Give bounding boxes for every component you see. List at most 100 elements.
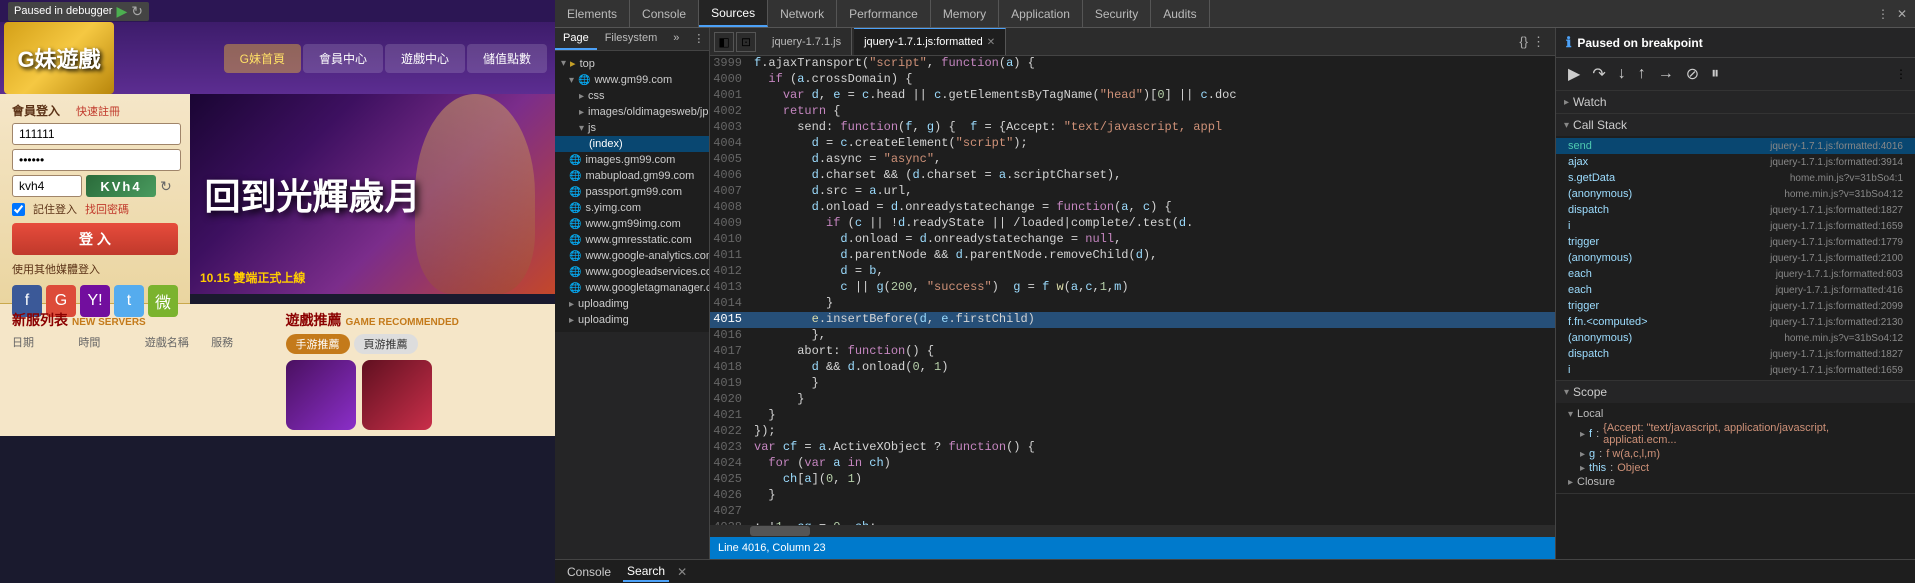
cs-item-anon3[interactable]: (anonymous) home.min.js?v=31bSo4:12 xyxy=(1556,330,1915,346)
code-line-4017: 4017 abort: function() { xyxy=(710,344,1555,360)
ft-domain-gm99[interactable]: ▾ 🌐 www.gm99.com xyxy=(555,72,709,88)
ft-googletagmanager[interactable]: 🌐 www.googletagmanager.co xyxy=(555,280,709,296)
nav-home[interactable]: G妹首頁 xyxy=(224,44,301,73)
tab-sources[interactable]: Sources xyxy=(699,0,768,27)
username-row xyxy=(12,123,178,145)
resume-btn[interactable]: ▶ xyxy=(1564,62,1584,86)
cs-item-send[interactable]: send jquery-1.7.1.js:formatted:4016 xyxy=(1556,138,1915,154)
more-sources-icon[interactable]: » xyxy=(665,28,687,50)
quick-register-link[interactable]: 快速註冊 xyxy=(76,103,120,119)
sources-left-panel: Page Filesystem » ⋮ ▾ ▸ top ▾ 🌐 www.gm99… xyxy=(555,28,710,559)
tab-application[interactable]: Application xyxy=(999,0,1083,27)
username-input[interactable] xyxy=(12,123,181,145)
forgot-password-link[interactable]: 找回密碼 xyxy=(85,201,129,217)
hscroll-thumb[interactable] xyxy=(750,526,810,536)
ft-js-folder[interactable]: ▾ js xyxy=(555,120,709,136)
watch-header[interactable]: ▸ Watch xyxy=(1556,91,1915,113)
horizontal-scrollbar[interactable] xyxy=(710,525,1555,537)
tab-performance[interactable]: Performance xyxy=(837,0,931,27)
remember-checkbox[interactable] xyxy=(12,203,25,216)
code-scroll-area[interactable]: 3999 f.ajaxTransport("script", function(… xyxy=(710,56,1555,525)
tab-audits[interactable]: Audits xyxy=(1151,0,1209,27)
debugger-more-btn[interactable]: ⋮ xyxy=(1895,67,1907,81)
step-btn[interactable]: → xyxy=(1654,63,1678,85)
nav-recharge[interactable]: 儲值點數 xyxy=(467,44,547,73)
ft-images-folder[interactable]: ▸ images/oldimagesweb/jp xyxy=(555,104,709,120)
tab-elements[interactable]: Elements xyxy=(555,0,630,27)
cs-item-fn-computed[interactable]: f.fn.<computed> jquery-1.7.1.js:formatte… xyxy=(1556,314,1915,330)
ft-uploadimg-1[interactable]: ▸ uploadimg xyxy=(555,296,709,312)
ft-index-file[interactable]: (index) xyxy=(555,136,709,152)
captcha-input[interactable] xyxy=(12,175,82,197)
cs-item-each2[interactable]: each jquery-1.7.1.js:formatted:416 xyxy=(1556,282,1915,298)
scope-f-item[interactable]: ▸ f : {Accept: "text/javascript, applica… xyxy=(1556,421,1915,447)
scope-g-item[interactable]: ▸ g : f w(a,c,l,m) xyxy=(1556,447,1915,461)
cs-item-i2[interactable]: i jquery-1.7.1.js:formatted:1659 xyxy=(1556,362,1915,378)
tab-network[interactable]: Network xyxy=(768,0,837,27)
filesystem-tab[interactable]: Filesystem xyxy=(597,28,666,50)
new-servers-section: 新服列表 NEW SERVERS 日期 時間 遊戲名稱 服務 xyxy=(12,310,270,350)
game-thumb-1[interactable] xyxy=(286,360,356,430)
scope-local-header[interactable]: ▾ Local xyxy=(1556,407,1915,421)
captcha-refresh-icon[interactable]: ↻ xyxy=(160,178,172,195)
ft-mabupload[interactable]: 🌐 mabupload.gm99.com xyxy=(555,168,709,184)
ft-gm99img[interactable]: 🌐 www.gm99img.com xyxy=(555,216,709,232)
collapse-icon[interactable]: ◧ xyxy=(714,32,734,52)
nav-game-center[interactable]: 遊戲中心 xyxy=(385,44,465,73)
more-icon[interactable]: ⋮ xyxy=(1877,7,1889,21)
cs-item-dispatch1[interactable]: dispatch jquery-1.7.1.js:formatted:1827 xyxy=(1556,202,1915,218)
pretty-print-icon[interactable]: {} xyxy=(1519,34,1528,49)
ft-top[interactable]: ▾ ▸ top xyxy=(555,55,709,72)
ft-images-gm99[interactable]: 🌐 images.gm99.com xyxy=(555,152,709,168)
console-btn[interactable]: Console xyxy=(563,563,615,581)
close-tab-icon[interactable]: ✕ xyxy=(987,37,995,48)
editor-more-icon[interactable]: ⋮ xyxy=(1532,34,1545,50)
ft-googleadservices[interactable]: 🌐 www.googleadservices.com xyxy=(555,264,709,280)
step-over-btn[interactable]: ↷ xyxy=(1588,62,1609,86)
page-tab[interactable]: Page xyxy=(555,28,597,50)
ft-syimg[interactable]: 🌐 s.yimg.com xyxy=(555,200,709,216)
expand-icon[interactable]: ⊡ xyxy=(736,32,756,52)
search-btn[interactable]: Search xyxy=(623,562,669,582)
cs-item-trigger2[interactable]: trigger jquery-1.7.1.js:formatted:2099 xyxy=(1556,298,1915,314)
ft-gmresstatic[interactable]: 🌐 www.gmresstatic.com xyxy=(555,232,709,248)
file-tab-jquery[interactable]: jquery-1.7.1.js xyxy=(762,28,852,55)
cs-item-anon1[interactable]: (anonymous) home.min.js?v=31bSo4:12 xyxy=(1556,186,1915,202)
scope-closure-header[interactable]: ▸ Closure xyxy=(1556,475,1915,489)
file-tab-jquery-label: jquery-1.7.1.js xyxy=(772,36,841,48)
sources-menu-icon[interactable]: ⋮ xyxy=(687,28,710,50)
ft-google-analytics[interactable]: 🌐 www.google-analytics.com xyxy=(555,248,709,264)
play-icon[interactable]: ▶ xyxy=(116,3,127,20)
ft-passport[interactable]: 🌐 passport.gm99.com xyxy=(555,184,709,200)
tab-memory[interactable]: Memory xyxy=(931,0,999,27)
cs-item-each1[interactable]: each jquery-1.7.1.js:formatted:603 xyxy=(1556,266,1915,282)
tab-console[interactable]: Console xyxy=(630,0,699,27)
cs-file-anon3: home.min.js?v=31bSo4:12 xyxy=(1784,333,1903,344)
search-close-icon[interactable]: ✕ xyxy=(677,565,687,579)
ft-uploadimg-2[interactable]: ▸ uploadimg xyxy=(555,312,709,328)
close-devtools-icon[interactable]: ✕ xyxy=(1897,7,1907,21)
pause-on-exceptions-btn[interactable]: ⏸ xyxy=(1707,63,1723,85)
mobile-games-tab[interactable]: 手游推薦 xyxy=(286,334,350,354)
step-out-btn[interactable]: ↑ xyxy=(1634,63,1650,85)
file-tab-jquery-formatted[interactable]: jquery-1.7.1.js:formatted ✕ xyxy=(854,28,1006,55)
deactivate-breakpoints-btn[interactable]: ⊘ xyxy=(1682,62,1703,86)
scope-this-item[interactable]: ▸ this : Object xyxy=(1556,461,1915,475)
cs-item-sgetdata[interactable]: s.getData home.min.js?v=31bSo4:1 xyxy=(1556,170,1915,186)
game-thumb-2[interactable] xyxy=(362,360,432,430)
ft-css-folder[interactable]: ▸ css xyxy=(555,88,709,104)
cs-item-anon2[interactable]: (anonymous) jquery-1.7.1.js:formatted:21… xyxy=(1556,250,1915,266)
login-button[interactable]: 登 入 xyxy=(12,223,178,255)
tab-security[interactable]: Security xyxy=(1083,0,1151,27)
scope-header[interactable]: ▾ Scope xyxy=(1556,381,1915,403)
call-stack-header[interactable]: ▾ Call Stack xyxy=(1556,114,1915,136)
browser-games-tab[interactable]: 頁游推薦 xyxy=(354,334,418,354)
cs-item-i1[interactable]: i jquery-1.7.1.js:formatted:1659 xyxy=(1556,218,1915,234)
cs-item-ajax[interactable]: ajax jquery-1.7.1.js:formatted:3914 xyxy=(1556,154,1915,170)
password-input[interactable] xyxy=(12,149,181,171)
cs-item-trigger1[interactable]: trigger jquery-1.7.1.js:formatted:1779 xyxy=(1556,234,1915,250)
cs-item-dispatch2[interactable]: dispatch jquery-1.7.1.js:formatted:1827 xyxy=(1556,346,1915,362)
nav-member[interactable]: 會員中心 xyxy=(303,44,383,73)
refresh-icon[interactable]: ↻ xyxy=(131,3,143,20)
step-into-btn[interactable]: ↓ xyxy=(1614,63,1630,85)
